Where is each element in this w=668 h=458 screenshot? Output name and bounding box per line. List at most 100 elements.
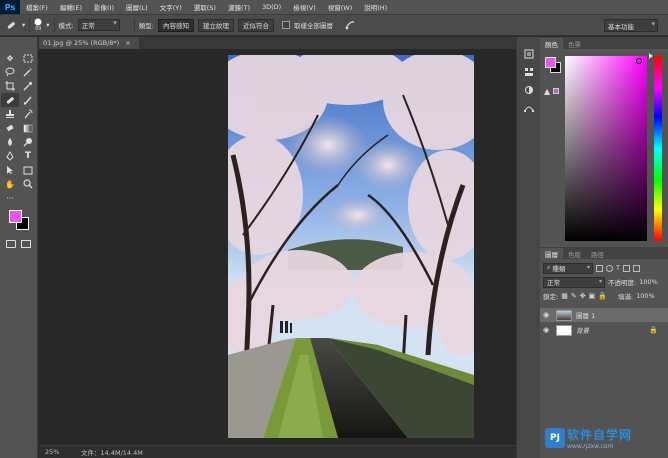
pixel-filter-icon[interactable] [596, 264, 603, 272]
smart-object-filter-icon[interactable] [632, 264, 640, 272]
adjustments-panel-icon[interactable] [517, 81, 541, 99]
move-tool-icon[interactable]: ✥ [1, 51, 19, 65]
fill-value[interactable]: 100% [636, 292, 655, 300]
tab-channels[interactable]: 色版 [563, 248, 586, 259]
menu-help[interactable]: 說明(H) [358, 2, 393, 12]
zoom-level[interactable]: 25% [39, 448, 69, 456]
layer-row[interactable]: ◉ 圖層 1 [540, 308, 668, 322]
mode-label: 模式: [58, 22, 74, 30]
opacity-label: 不透明度: [608, 279, 637, 287]
hue-slider[interactable] [654, 56, 662, 241]
menu-file[interactable]: 檔案(F) [20, 2, 54, 12]
document-size-info[interactable]: 文件：14.4M/14.4M [69, 447, 143, 457]
shape-filter-icon[interactable] [622, 264, 630, 272]
create-texture-button[interactable]: 建立紋理 [197, 18, 234, 32]
document-tab[interactable]: 01.jpg @ 25% (RGB/8*) × [39, 37, 139, 49]
type-label: 類型: [138, 22, 154, 30]
paths-panel-icon[interactable] [517, 99, 541, 117]
rectangle-tool-icon[interactable] [19, 163, 37, 177]
lock-position-icon[interactable]: ✥ [580, 292, 586, 300]
clone-stamp-tool-icon[interactable] [1, 107, 19, 121]
gamut-warning-icon[interactable]: ▲ [544, 87, 550, 96]
history-panel-icon[interactable] [517, 45, 541, 63]
empty-slot [19, 191, 37, 205]
lock-image-icon[interactable]: ✎ [571, 292, 577, 300]
opacity-value[interactable]: 100% [639, 278, 658, 286]
proximity-match-button[interactable]: 近似符合 [237, 18, 274, 32]
color-picker-marker[interactable] [636, 58, 642, 64]
blur-tool-icon[interactable] [1, 135, 19, 149]
eraser-tool-icon[interactable] [1, 121, 19, 135]
brush-picker[interactable]: 89 [34, 18, 42, 32]
menu-type[interactable]: 文字(Y) [154, 2, 188, 12]
crop-tool-icon[interactable] [1, 79, 19, 93]
watermark-logo: PJ [545, 428, 565, 448]
spot-healing-brush-icon[interactable] [4, 18, 18, 32]
marquee-tool-icon[interactable] [19, 51, 37, 65]
visibility-eye-icon[interactable]: ◉ [540, 311, 552, 319]
color-panel-tabs: 顏色 色票 [540, 37, 668, 49]
tool-preset-chevron-icon[interactable]: ▾ [22, 21, 25, 29]
adjustment-filter-icon[interactable] [606, 264, 613, 272]
menu-3d[interactable]: 3D(D) [256, 3, 287, 11]
layer-thumbnail [556, 309, 572, 321]
foreground-color-swatch[interactable] [545, 57, 556, 68]
tab-layers[interactable]: 圖層 [540, 248, 563, 259]
type-filter-icon[interactable]: T [616, 264, 620, 272]
path-selection-tool-icon[interactable] [1, 163, 19, 177]
color-picker-field[interactable] [565, 56, 647, 241]
layer-name[interactable]: 背景 [576, 325, 589, 335]
eyedropper-tool-icon[interactable] [19, 79, 37, 93]
tab-swatches[interactable]: 色票 [563, 38, 586, 49]
menu-edit[interactable]: 編輯(E) [54, 2, 88, 12]
lock-transparent-icon[interactable]: ▦ [561, 292, 568, 300]
hand-tool-icon[interactable]: ✋ [1, 177, 19, 191]
divider [53, 18, 55, 32]
more-tools-icon[interactable]: ··· [1, 191, 19, 205]
tab-color[interactable]: 顏色 [540, 38, 563, 49]
sample-all-layers-checkbox[interactable] [281, 21, 290, 29]
layer-name[interactable]: 圖層 1 [576, 310, 595, 320]
menu-layer[interactable]: 圖層(L) [120, 2, 154, 12]
menu-window[interactable]: 視窗(W) [322, 2, 359, 12]
screen-mode-icon[interactable] [21, 240, 31, 248]
cherry-blossom-photo[interactable] [228, 55, 474, 438]
gamut-warning-swatch[interactable] [553, 88, 559, 94]
mode-select[interactable]: 正常 [77, 19, 120, 31]
layer-filter-select[interactable]: ⌕ 種類 [543, 262, 593, 274]
menu-bar: Ps 檔案(F) 編輯(E) 影像(I) 圖層(L) 文字(Y) 選取(S) 濾… [0, 0, 668, 14]
brush-tool-icon[interactable] [19, 93, 37, 107]
menu-image[interactable]: 影像(I) [88, 2, 120, 12]
spot-healing-tool-icon[interactable] [1, 93, 19, 107]
lock-artboard-icon[interactable]: ▣ [589, 292, 596, 300]
workspace-select[interactable]: 基本功能 [604, 19, 658, 32]
history-brush-tool-icon[interactable] [19, 107, 37, 121]
zoom-tool-icon[interactable] [19, 177, 37, 191]
mode-value: 正常 [81, 22, 95, 30]
content-aware-button[interactable]: 內容感知 [157, 18, 194, 32]
canvas-area[interactable] [39, 49, 516, 445]
layer-row[interactable]: ◉ 背景 🔒 [540, 323, 668, 337]
tab-paths[interactable]: 路徑 [586, 248, 609, 259]
lasso-tool-icon[interactable] [1, 65, 19, 79]
color-panel: ▲ [540, 49, 668, 247]
pressure-size-icon[interactable] [343, 18, 357, 32]
visibility-eye-icon[interactable]: ◉ [540, 326, 552, 334]
hue-slider-marker[interactable] [649, 53, 653, 59]
properties-panel-icon[interactable] [517, 63, 541, 81]
gradient-tool-icon[interactable] [19, 121, 37, 135]
magic-wand-tool-icon[interactable] [19, 65, 37, 79]
menu-view[interactable]: 檢視(V) [287, 2, 322, 12]
lock-all-icon[interactable]: 🔒 [598, 292, 607, 300]
menu-filter[interactable]: 濾鏡(T) [222, 2, 256, 12]
menu-select[interactable]: 選取(S) [188, 2, 222, 12]
lock-label: 鎖定: [543, 293, 559, 301]
dodge-tool-icon[interactable] [19, 135, 37, 149]
close-icon[interactable]: × [125, 39, 130, 47]
pen-tool-icon[interactable] [1, 149, 19, 163]
quick-mask-icon[interactable] [6, 240, 16, 248]
brush-picker-chevron-icon[interactable]: ▾ [46, 21, 49, 29]
blend-mode-select[interactable]: 正常 [543, 276, 605, 288]
foreground-color-swatch[interactable] [9, 210, 22, 223]
type-tool-icon[interactable]: T [19, 149, 37, 163]
